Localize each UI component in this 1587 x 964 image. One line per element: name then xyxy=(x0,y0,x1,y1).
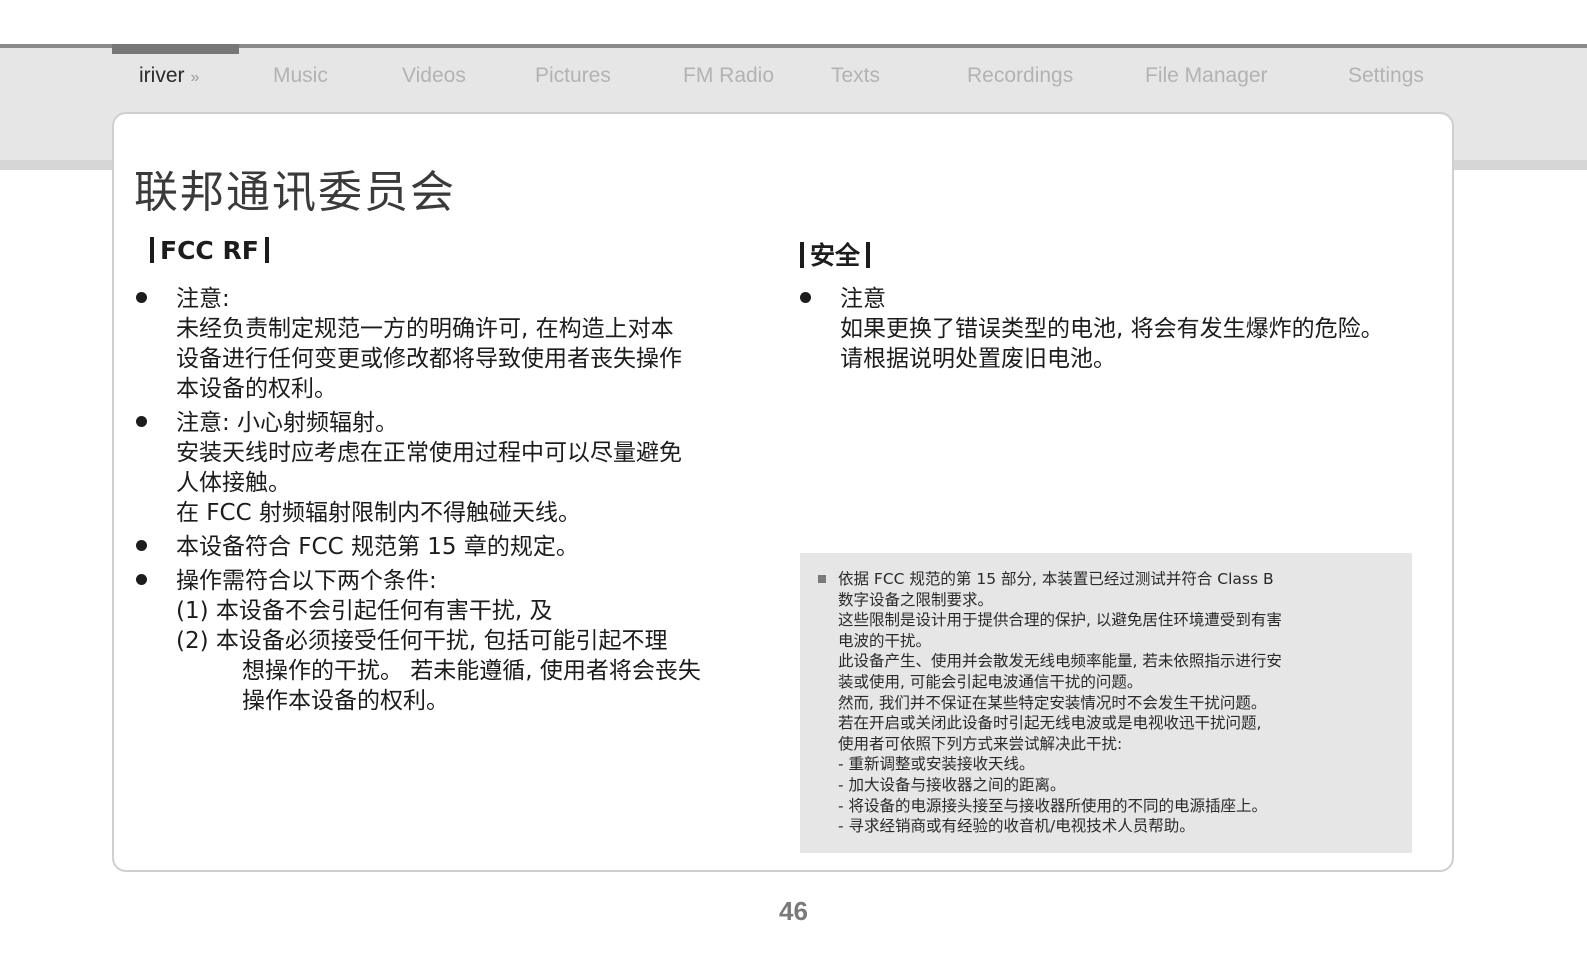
item-line: (1) 本设备不会引起任何有害干扰, 及 xyxy=(176,598,553,624)
note-text: 依据 FCC 规范的第 15 部分, 本装置已经过测试并符合 Class B xyxy=(838,570,1274,588)
tab-recordings[interactable]: Recordings xyxy=(967,64,1073,88)
bullet-icon xyxy=(136,574,147,585)
heading-bar xyxy=(264,237,269,263)
safety-list: 注意 如果更换了错误类型的电池, 将会有发生爆炸的危险。 请根据说明处置废旧电池… xyxy=(798,284,1438,374)
double-chevron-right-icon: » xyxy=(190,69,200,86)
item-line: 安装天线时应考虑在正常使用过程中可以尽量避免 xyxy=(176,440,682,466)
item-line: 请根据说明处置废旧电池。 xyxy=(840,346,1116,372)
fcc-rf-list: 注意: 未经负责制定规范一方的明确许可, 在构造上对本 设备进行任何变更或修改都… xyxy=(134,284,784,716)
note-line: 这些限制是设计用于提供合理的保护, 以避免居住环境遭受到有害 xyxy=(838,611,1282,630)
bullet-icon xyxy=(136,540,147,551)
tab-music[interactable]: Music xyxy=(273,64,328,88)
tab-iriver[interactable]: iriver » xyxy=(139,64,200,88)
fcc-note-box: 依据 FCC 规范的第 15 部分, 本装置已经过测试并符合 Class B 数… xyxy=(800,553,1412,853)
tab-pictures[interactable]: Pictures xyxy=(535,64,611,88)
page-number: 46 xyxy=(779,896,808,926)
list-item: 注意: 小心射频辐射。 安装天线时应考虑在正常使用过程中可以尽量避免 人体接触。… xyxy=(134,408,784,528)
note-line: - 加大设备与接收器之间的距离。 xyxy=(838,775,1066,794)
note-line: - 将设备的电源接头接至与接收器所使用的不同的电源插座上。 xyxy=(838,796,1268,815)
list-item: 注意: 未经负责制定规范一方的明确许可, 在构造上对本 设备进行任何变更或修改都… xyxy=(134,284,784,404)
page-title: 联邦通讯委员会 xyxy=(134,167,456,218)
brand-label: iriver xyxy=(139,64,185,87)
nav-tabs: iriver » Music Videos Pictures FM Radio T… xyxy=(0,64,1587,96)
item-line: 注意: xyxy=(176,286,230,312)
tab-file-manager[interactable]: File Manager xyxy=(1145,64,1268,88)
list-item: 注意 如果更换了错误类型的电池, 将会有发生爆炸的危险。 请根据说明处置废旧电池… xyxy=(798,284,1438,374)
item-line: 未经负责制定规范一方的明确许可, 在构造上对本 xyxy=(176,316,674,342)
note-line: - 寻求经销商或有经验的收音机/电视技术人员帮助。 xyxy=(838,817,1195,836)
active-tab-marker xyxy=(112,44,239,54)
item-line: (2) 本设备必须接受任何干扰, 包括可能引起不理 xyxy=(176,628,668,654)
note-line: - 重新调整或安装接收天线。 xyxy=(838,755,1035,774)
item-line: 本设备符合 FCC 规范第 15 章的规定。 xyxy=(176,534,579,560)
note-line: 若在开启或关闭此设备时引起无线电波或是电视收迅干扰问题, xyxy=(838,714,1262,733)
note-line: 依据 FCC 规范的第 15 部分, 本装置已经过测试并符合 Class B xyxy=(818,569,1398,590)
tab-videos[interactable]: Videos xyxy=(402,64,466,88)
section-heading-safety: 安全 xyxy=(800,236,871,272)
square-bullet-icon xyxy=(818,575,826,583)
note-line: 使用者可依照下列方式来尝试解决此干扰: xyxy=(838,734,1123,753)
item-line: 操作需符合以下两个条件: xyxy=(176,568,437,594)
item-line: 设备进行任何变更或修改都将导致使用者丧失操作 xyxy=(176,346,682,372)
tab-fm-radio[interactable]: FM Radio xyxy=(683,64,774,88)
list-item: 操作需符合以下两个条件: (1) 本设备不会引起任何有害干扰, 及 (2) 本设… xyxy=(134,566,784,716)
item-line: 操作本设备的权利。 xyxy=(242,688,449,714)
item-line: 在 FCC 射频辐射限制内不得触碰天线。 xyxy=(176,500,581,526)
note-line: 数字设备之限制要求。 xyxy=(838,590,994,609)
bullet-icon xyxy=(136,292,147,303)
heading-bar xyxy=(150,237,154,263)
heading-bar xyxy=(866,242,871,268)
item-line: 想操作的干扰。 若未能遵循, 使用者将会丧失 xyxy=(242,658,701,684)
item-line: 如果更换了错误类型的电池, 将会有发生爆炸的危险。 xyxy=(840,316,1384,342)
tab-texts[interactable]: Texts xyxy=(831,64,880,88)
tab-settings[interactable]: Settings xyxy=(1348,64,1424,88)
item-line: 本设备的权利。 xyxy=(176,376,337,402)
section-heading-fcc-rf: FCC RF xyxy=(150,236,269,265)
heading-bar xyxy=(800,242,804,268)
bullet-icon xyxy=(136,416,147,427)
item-line: 人体接触。 xyxy=(176,470,291,496)
item-line: 注意: 小心射频辐射。 xyxy=(176,410,399,436)
bullet-icon xyxy=(800,292,811,303)
heading-text: 安全 xyxy=(810,241,861,270)
note-line: 电波的干扰。 xyxy=(838,631,932,650)
item-line: 注意 xyxy=(840,286,886,312)
note-line: 此设备产生、使用并会散发无线电频率能量, 若未依照指示进行安 xyxy=(838,652,1282,671)
list-item: 本设备符合 FCC 规范第 15 章的规定。 xyxy=(134,532,784,562)
note-line: 然而, 我们并不保证在某些特定安装情况时不会发生干扰问题。 xyxy=(838,693,1267,712)
heading-text: FCC RF xyxy=(160,236,259,265)
note-line: 装或使用, 可能会引起电波通信干扰的问题。 xyxy=(838,672,1143,691)
